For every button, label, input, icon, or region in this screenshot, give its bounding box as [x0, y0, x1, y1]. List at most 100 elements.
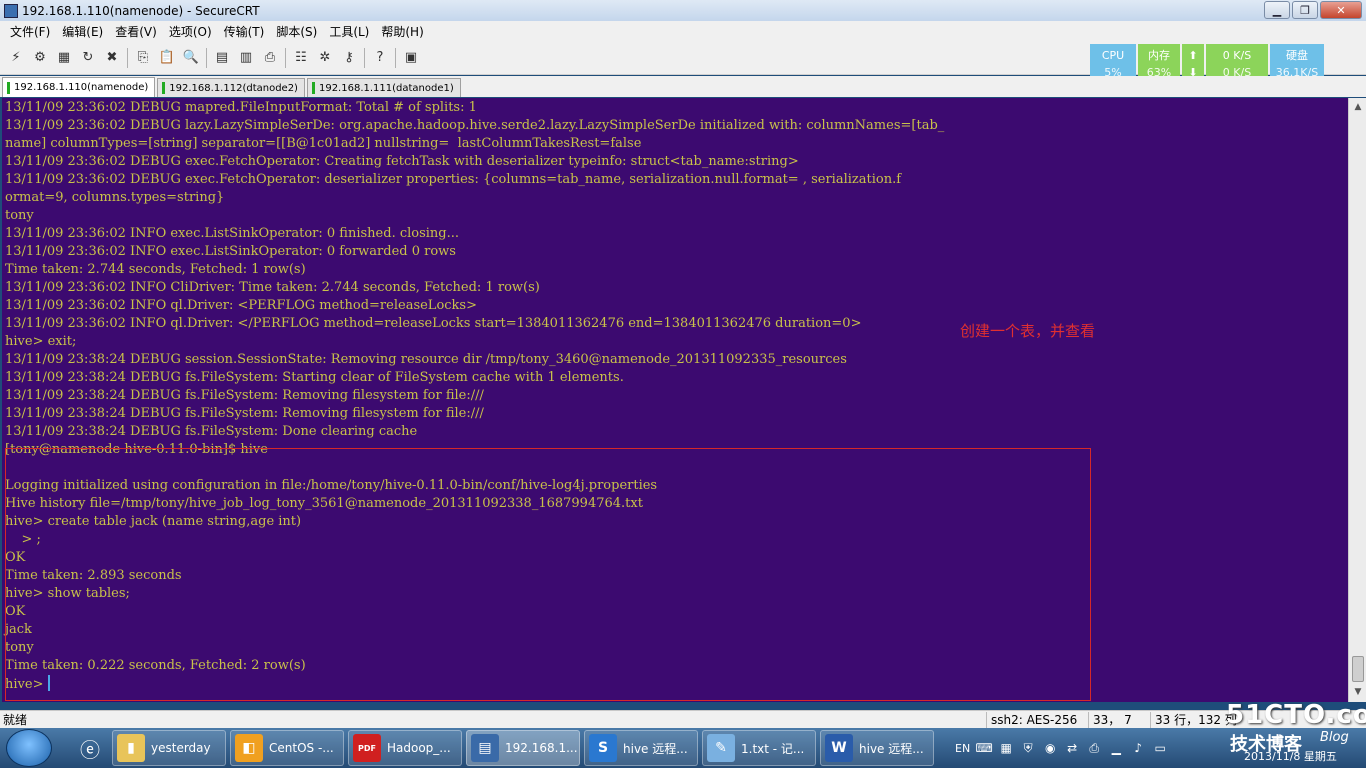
status-bar: 就绪 ssh2: AES-256 33， 7 33 行，132 列 — [0, 710, 1366, 728]
print-screen-icon[interactable]: ▥ — [236, 48, 256, 68]
notepad-icon: ✎ — [707, 734, 735, 762]
terminal-icon: ▤ — [471, 734, 499, 762]
terminal-line: name] columnTypes=[string] separator=[[B… — [5, 136, 642, 151]
connected-status-icon — [162, 82, 166, 94]
task-label: Hadoop_... — [387, 741, 451, 755]
volume-icon[interactable]: ♪ — [1130, 740, 1146, 756]
paste-icon[interactable]: 📋 — [157, 48, 177, 68]
annotation-highlight-box — [5, 448, 1091, 701]
scroll-thumb[interactable] — [1352, 656, 1364, 682]
network-share-icon[interactable]: ⇄ — [1064, 740, 1080, 756]
minimize-button[interactable]: ▁ — [1264, 1, 1290, 19]
security-icon[interactable]: ◉ — [1042, 740, 1058, 756]
terminal-line: 13/11/09 23:36:02 DEBUG mapred.FileInput… — [5, 100, 477, 115]
keyboard-icon[interactable]: ⌨ — [976, 740, 993, 756]
menu-tools[interactable]: 工具(L) — [323, 23, 375, 40]
pdf-icon: PDF — [353, 734, 381, 762]
terminal-line: 13/11/09 23:38:24 DEBUG fs.FileSystem: R… — [5, 406, 484, 421]
quick-connect-icon[interactable]: ⚙ — [30, 48, 50, 68]
start-button[interactable] — [6, 729, 52, 767]
cipher-status: ssh2: AES-256 — [986, 711, 1077, 728]
menu-help[interactable]: 帮助(H) — [375, 23, 429, 40]
menu-transfer[interactable]: 传输(T) — [218, 23, 271, 40]
cpu-label: CPU — [1101, 49, 1125, 62]
terminal-line: 13/11/09 23:38:24 DEBUG fs.FileSystem: R… — [5, 388, 484, 403]
terminal-line: 13/11/09 23:36:02 INFO exec.ListSinkOper… — [5, 226, 460, 241]
signal-icon[interactable]: ▁ — [1108, 740, 1124, 756]
scroll-up-arrow-icon[interactable]: ▲ — [1351, 100, 1365, 114]
connected-status-icon — [311, 82, 315, 94]
upload-rate: 0 K/S — [1222, 49, 1252, 62]
taskbar-task[interactable]: PDF Hadoop_... — [348, 730, 462, 766]
taskbar-task[interactable]: ✎ 1.txt - 记... — [702, 730, 816, 766]
menu-script[interactable]: 脚本(S) — [270, 23, 323, 40]
vm-icon: ◧ — [235, 734, 263, 762]
task-label: hive 远程... — [859, 741, 924, 756]
toolbar-separator — [395, 47, 396, 68]
connected-status-icon — [7, 81, 10, 94]
terminal-line: ormat=9, columns.types=string} — [5, 190, 225, 205]
connect-in-tab-icon[interactable]: ▦ — [54, 48, 74, 68]
tab-namenode[interactable]: 192.168.1.110(namenode) — [2, 77, 156, 97]
cursor-position: 33， 7 — [1088, 711, 1132, 728]
printer-icon[interactable]: ⎙ — [1086, 740, 1102, 756]
taskbar-task[interactable]: Shive 远程... — [584, 730, 698, 766]
terminal-scrollbar[interactable]: ▲ ▼ — [1348, 98, 1366, 702]
tab-datanode1[interactable]: 192.168.1.111(datanode1) — [306, 78, 461, 97]
reconnect-icon[interactable]: ↻ — [78, 48, 98, 68]
word-icon: W — [825, 734, 853, 762]
disconnect-icon[interactable]: ✖ — [102, 48, 122, 68]
session-options-icon[interactable]: ☷ — [291, 48, 311, 68]
print-icon[interactable]: ⎙ — [260, 48, 280, 68]
folder-icon: ▮ — [117, 734, 145, 762]
terminal-window[interactable]: 13/11/09 23:36:02 DEBUG mapred.FileInput… — [2, 98, 1348, 702]
menu-view[interactable]: 查看(V) — [109, 23, 163, 40]
terminal-line: 13/11/09 23:36:02 INFO ql.Driver: <PERFL… — [5, 298, 477, 313]
sogou-icon: S — [589, 734, 617, 762]
task-label: CentOS -... — [269, 741, 334, 755]
terminal-line: 13/11/09 23:38:24 DEBUG session.SessionS… — [5, 352, 847, 367]
taskbar-task[interactable]: ◧ CentOS -... — [230, 730, 344, 766]
maximize-button[interactable]: ❐ — [1292, 1, 1318, 19]
terminal-line: tony — [5, 208, 34, 223]
global-options-icon[interactable]: ✲ — [315, 48, 335, 68]
tab-dtanode2[interactable]: 192.168.1.112(dtanode2) — [157, 78, 305, 97]
monitor-icon[interactable]: ▭ — [1152, 740, 1168, 756]
tab-label: 192.168.1.111(datanode1) — [318, 82, 454, 94]
sftp-icon[interactable]: ▣ — [401, 48, 421, 68]
copy-icon[interactable]: ⎘ — [133, 48, 153, 68]
connect-icon[interactable]: ⚡ — [6, 48, 26, 68]
menu-bar: 文件(F) 编辑(E) 查看(V) 选项(O) 传输(T) 脚本(S) 工具(L… — [0, 21, 1366, 41]
keymap-icon[interactable]: ⚷ — [339, 48, 359, 68]
find-icon[interactable]: 🔍 — [181, 48, 201, 68]
terminal-line: Time taken: 2.744 seconds, Fetched: 1 ro… — [5, 262, 306, 277]
menu-file[interactable]: 文件(F) — [4, 23, 56, 40]
taskbar-task[interactable]: Whive 远程... — [820, 730, 934, 766]
scroll-down-arrow-icon[interactable]: ▼ — [1351, 685, 1365, 699]
close-button[interactable]: ✕ — [1320, 1, 1362, 19]
grid-icon[interactable]: ▦ — [998, 740, 1014, 756]
disk-label: 硬盘 — [1286, 49, 1308, 62]
menu-options[interactable]: 选项(O) — [163, 23, 218, 40]
securecrt-app-icon — [4, 3, 18, 18]
taskbar-task[interactable]: ▤ 192.168.1... — [466, 730, 580, 766]
terminal-line: 13/11/09 23:36:02 DEBUG exec.FetchOperat… — [5, 172, 902, 187]
terminal-line: hive> exit; — [5, 334, 77, 349]
terminal-line: 13/11/09 23:36:02 INFO exec.ListSinkOper… — [5, 244, 456, 259]
tab-label: 192.168.1.112(dtanode2) — [169, 82, 298, 94]
taskbar-task[interactable]: ▮ yesterday — [112, 730, 226, 766]
shield-icon[interactable]: ⛨ — [1020, 740, 1036, 756]
window-title: 192.168.1.110(namenode) - SecureCRT — [22, 3, 260, 18]
terminal-line: 13/11/09 23:36:02 DEBUG lazy.LazySimpleS… — [5, 118, 945, 133]
menu-edit[interactable]: 编辑(E) — [56, 23, 109, 40]
internet-explorer-icon[interactable]: ⓔ — [68, 729, 112, 767]
51cto-watermark: 51CTO.com 技术博客 Blog — [1226, 700, 1366, 755]
input-language[interactable]: EN — [955, 742, 970, 755]
print-setup-icon[interactable]: ▤ — [212, 48, 232, 68]
tab-label: 192.168.1.110(namenode) — [14, 82, 149, 93]
task-label: hive 远程... — [623, 741, 688, 756]
task-label: 1.txt - 记... — [741, 741, 805, 756]
status-text: 就绪 — [3, 713, 28, 727]
window-controls: ▁ ❐ ✕ — [1264, 1, 1362, 19]
help-icon[interactable]: ? — [370, 48, 390, 68]
